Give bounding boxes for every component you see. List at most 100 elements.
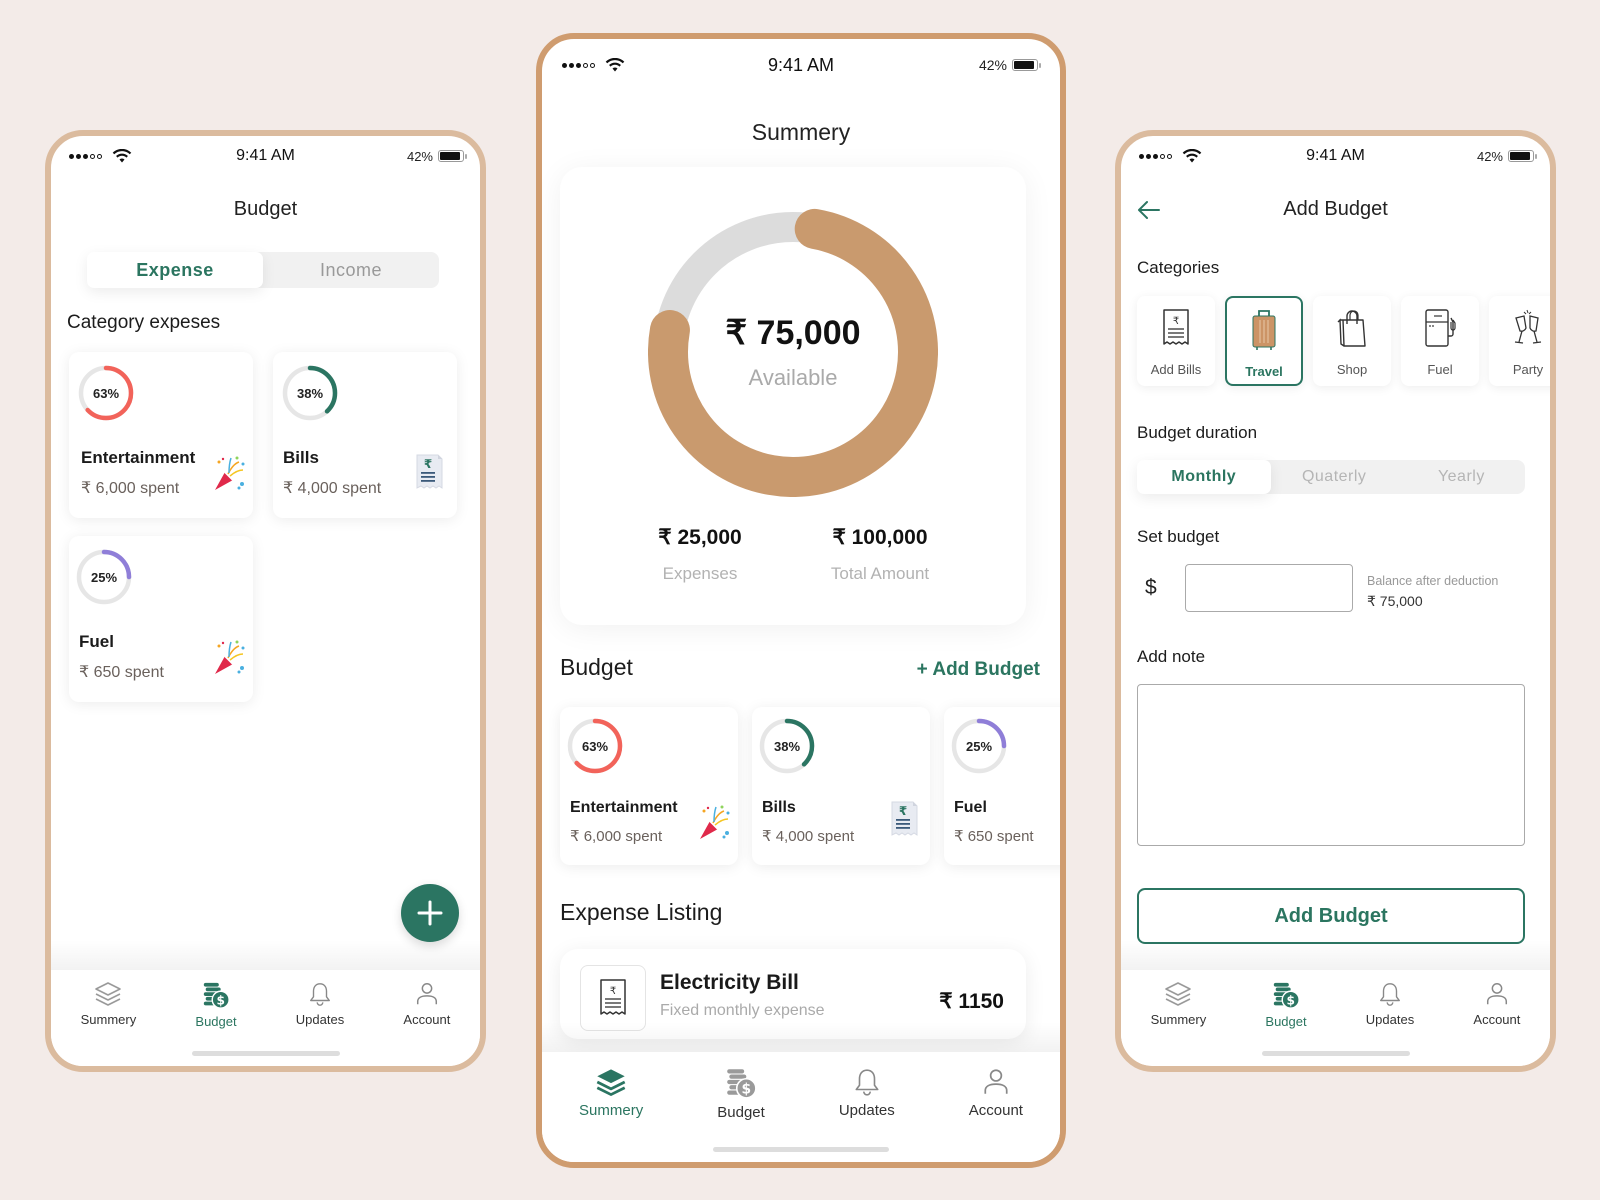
currency-symbol: $ (1145, 576, 1157, 599)
category-tile-party[interactable]: Party (1489, 296, 1550, 386)
suitcase-icon (1252, 310, 1276, 350)
add-budget-link[interactable]: + Add Budget (917, 659, 1040, 681)
percent-label: 25% (90, 569, 118, 585)
category-tile-label: Travel (1245, 364, 1283, 379)
home-indicator (191, 1051, 340, 1056)
balance-summary-card: ₹ 75,000 Available ₹ 25,000 Expenses ₹ 1… (560, 167, 1026, 625)
user-icon (981, 1066, 1011, 1098)
category-card-entertainment[interactable]: 63% Entertainment ₹ 6,000 spent (69, 352, 253, 518)
status-bar: 9:41 AM 42% (1121, 138, 1550, 174)
category-name: Bills (283, 448, 319, 467)
category-name: Entertainment (81, 448, 196, 467)
available-label: Available (748, 365, 838, 390)
percent-label: 63% (581, 738, 609, 754)
budget-screen-phone: 9:41 AM 42% Budget Expense Income Catego… (45, 130, 486, 1072)
duration-monthly[interactable]: Monthly (1137, 460, 1271, 494)
user-icon (414, 980, 440, 1008)
expense-income-toggle: Expense Income (87, 252, 439, 288)
nav-summery[interactable]: Summery (1150, 980, 1207, 1066)
percent-label: 63% (92, 385, 120, 401)
category-tile-label: Add Bills (1150, 362, 1202, 377)
category-card-bills[interactable]: 38% Bills ₹ 4,000 spent (273, 352, 457, 518)
signal-strength-icon (69, 153, 102, 159)
category-tile-label: Fuel (1427, 362, 1453, 377)
nav-account[interactable]: Account (403, 980, 450, 1066)
category-tile-shop[interactable]: Shop (1313, 296, 1391, 386)
nav-label: Account (1473, 1012, 1521, 1027)
budget-section-title: Budget (560, 654, 633, 680)
layers-icon (1164, 980, 1192, 1008)
add-budget-screen-phone: 9:41 AM 42% Add Budget Categories Add Bi… (1115, 130, 1556, 1072)
balance-after-deduction-label: Balance after deduction (1367, 574, 1499, 588)
battery-icon (1508, 150, 1537, 162)
champagne-glasses-icon (1514, 309, 1542, 344)
category-tile-add-bills[interactable]: Add Bills (1137, 296, 1215, 386)
receipt-icon (886, 799, 922, 839)
balance-after-deduction-value: ₹ 75,000 (1367, 593, 1423, 609)
battery-percent: 42% (1476, 148, 1503, 164)
total-amount-value: ₹ 100,000 (832, 526, 928, 549)
party-popper-icon (696, 803, 732, 843)
budget-spent: ₹ 4,000 spent (762, 828, 855, 845)
duration-yearly[interactable]: Yearly (1398, 460, 1525, 494)
category-tile-travel[interactable]: Travel (1225, 296, 1303, 386)
tab-income[interactable]: Income (263, 252, 439, 288)
nav-label: Account (403, 1012, 451, 1027)
category-spent: ₹ 650 spent (79, 664, 164, 681)
receipt-icon (411, 452, 447, 492)
home-indicator (1261, 1051, 1410, 1056)
expense-listing-title: Expense Listing (560, 899, 723, 925)
duration-quaterly[interactable]: Quaterly (1271, 460, 1398, 494)
expense-subtitle: Fixed monthly expense (660, 1002, 825, 1019)
nav-summery[interactable]: Summery (80, 980, 137, 1066)
percent-label: 25% (965, 738, 993, 754)
budget-spent: ₹ 6,000 spent (570, 828, 663, 845)
budget-duration-label: Budget duration (1137, 423, 1258, 442)
nav-label: Updates (838, 1102, 895, 1119)
tab-expense[interactable]: Expense (87, 252, 263, 288)
budget-card-bills[interactable]: 38% Bills ₹ 4,000 spent (752, 707, 930, 865)
nav-label: Account (968, 1102, 1023, 1119)
home-indicator (713, 1147, 889, 1152)
status-bar: 9:41 AM 42% (51, 138, 480, 174)
budget-amount-input[interactable] (1185, 564, 1353, 612)
category-name: Fuel (79, 632, 114, 651)
nav-label: Budget (717, 1104, 765, 1121)
note-textarea[interactable] (1137, 684, 1525, 846)
nav-label: Updates (295, 1012, 345, 1027)
shopping-bag-icon (1337, 310, 1366, 347)
add-budget-submit-button[interactable]: Add Budget (1137, 888, 1525, 944)
nav-summery[interactable]: Summery (579, 1066, 643, 1162)
nav-label: Summery (1150, 1012, 1207, 1027)
expense-amount: ₹ 1150 (939, 990, 1004, 1013)
receipt-icon (593, 976, 633, 1020)
nav-account[interactable]: Account (1473, 980, 1520, 1066)
expense-list-item[interactable]: Electricity Bill Fixed monthly expense ₹… (560, 949, 1026, 1039)
percent-label: 38% (773, 738, 801, 754)
category-card-fuel[interactable]: 25% Fuel ₹ 650 spent (69, 536, 253, 702)
expenses-stat: ₹ 25,000 Expenses (640, 525, 760, 584)
category-tile-fuel[interactable]: Fuel (1401, 296, 1479, 386)
total-amount-label: Total Amount (830, 564, 930, 583)
expense-title: Electricity Bill (660, 971, 799, 994)
nav-label: Budget (195, 1014, 237, 1029)
battery-icon (438, 150, 467, 162)
summary-screen-phone: 9:41 AM 42% Summery ₹ 75,000 Available ₹… (536, 33, 1066, 1168)
categories-label: Categories (1137, 258, 1220, 277)
page-title: Summery (751, 119, 851, 145)
page-title: Add Budget (1283, 198, 1388, 220)
budget-spent: ₹ 650 spent (954, 828, 1034, 845)
add-note-label: Add note (1137, 647, 1206, 666)
budget-card-entertainment[interactable]: 63% Entertainment ₹ 6,000 spent (560, 707, 738, 865)
total-amount-stat: ₹ 100,000 Total Amount (810, 525, 950, 584)
layers-icon (595, 1066, 627, 1098)
plus-icon (417, 900, 443, 926)
party-popper-icon (211, 454, 247, 494)
add-category-button[interactable] (401, 884, 459, 942)
budget-card-fuel[interactable]: 25% Fuel ₹ 650 spent (944, 707, 1060, 865)
budget-duration-toggle: Monthly Quaterly Yearly (1137, 460, 1525, 494)
nav-account[interactable]: Account (969, 1066, 1023, 1162)
nav-label: Summery (80, 1012, 137, 1027)
bottom-nav: Summery Budget Updates Account (1121, 940, 1550, 1066)
bell-icon (852, 1066, 882, 1098)
